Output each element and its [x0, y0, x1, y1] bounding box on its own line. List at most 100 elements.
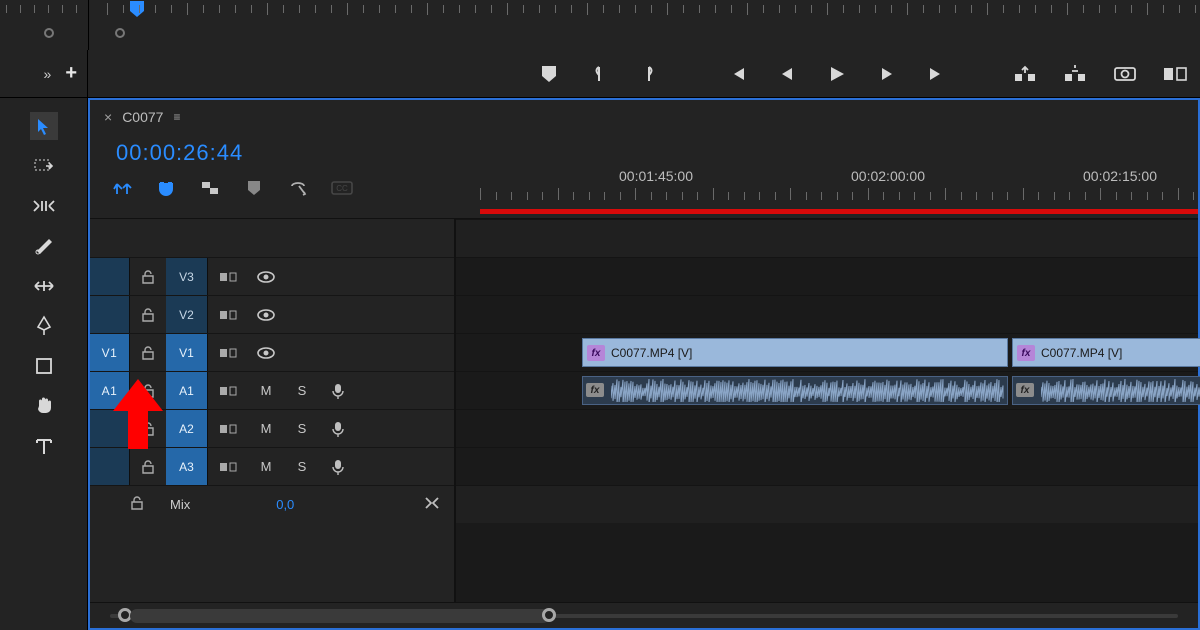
pen-tool-icon[interactable]	[30, 312, 58, 340]
track-target-a3[interactable]: A3	[166, 448, 208, 485]
track-select-tool-icon[interactable]	[30, 152, 58, 180]
step-back-icon[interactable]	[776, 63, 798, 85]
mark-out-icon[interactable]	[638, 63, 660, 85]
comparison-view-icon[interactable]	[1164, 63, 1186, 85]
content-row-v2[interactable]	[456, 295, 1198, 333]
source-patch-v1[interactable]: V1	[90, 334, 130, 371]
slip-tool-icon[interactable]	[30, 272, 58, 300]
solo-button[interactable]: S	[284, 410, 320, 447]
add-icon[interactable]: +	[65, 62, 77, 85]
close-tab-icon[interactable]: ×	[104, 109, 112, 125]
insert-overwrite-nest-icon[interactable]	[112, 178, 132, 198]
captions-icon[interactable]: CC	[332, 178, 352, 198]
sync-lock-icon[interactable]	[208, 334, 248, 371]
scale-knob-right[interactable]	[115, 28, 125, 38]
sync-lock-icon[interactable]	[208, 258, 248, 295]
content-row-v3[interactable]	[456, 257, 1198, 295]
sequence-name[interactable]: C0077	[122, 109, 163, 125]
mute-button[interactable]: M	[248, 410, 284, 447]
voiceover-icon[interactable]	[320, 372, 356, 409]
timeline-horizontal-scrollbar[interactable]	[90, 602, 1198, 628]
go-to-out-icon[interactable]	[926, 63, 948, 85]
sync-lock-icon[interactable]	[208, 296, 248, 333]
fx-badge-icon[interactable]: fx	[586, 383, 604, 397]
lock-icon[interactable]	[130, 410, 166, 447]
fx-badge-icon[interactable]: fx	[1016, 383, 1034, 397]
chevron-expand-icon[interactable]: »	[44, 66, 52, 82]
video-clip[interactable]: fxC0077.MP4 [V]	[582, 338, 1008, 367]
solo-button[interactable]: S	[284, 372, 320, 409]
fx-badge-icon[interactable]: fx	[1017, 345, 1035, 361]
track-header-v3[interactable]: V3	[90, 257, 454, 295]
lock-icon[interactable]	[130, 334, 166, 371]
video-clip[interactable]: fxC0077.MP4 [V]	[1012, 338, 1200, 367]
audio-clip[interactable]: fx	[582, 376, 1008, 405]
snap-icon[interactable]	[156, 178, 176, 198]
add-marker-icon[interactable]	[538, 63, 560, 85]
track-target-v3[interactable]: V3	[166, 258, 208, 295]
playhead-timecode[interactable]: 00:00:26:44	[116, 140, 243, 166]
selection-tool-icon[interactable]	[30, 112, 58, 140]
zoom-knob-right[interactable]	[542, 608, 556, 622]
mix-track-header[interactable]: Mix 0,0	[90, 485, 454, 523]
content-row-a1[interactable]: fx fx	[456, 371, 1198, 409]
toggle-output-icon[interactable]	[248, 334, 284, 371]
linked-selection-icon[interactable]	[200, 178, 220, 198]
mix-value[interactable]: 0,0	[276, 497, 294, 512]
lock-icon[interactable]	[130, 496, 166, 513]
play-icon[interactable]	[826, 63, 848, 85]
track-header-v2[interactable]: V2	[90, 295, 454, 333]
lift-icon[interactable]	[1014, 63, 1036, 85]
track-header-a3[interactable]: A3 M S	[90, 447, 454, 485]
content-row-a2[interactable]	[456, 409, 1198, 447]
lock-icon[interactable]	[130, 258, 166, 295]
add-marker-timeline-icon[interactable]	[244, 178, 264, 198]
playhead-marker-icon[interactable]	[129, 0, 145, 18]
track-target-v1[interactable]: V1	[166, 334, 208, 371]
track-header-v1[interactable]: V1 V1	[90, 333, 454, 371]
output-assign-icon[interactable]	[424, 496, 440, 513]
track-header-a2[interactable]: A2 M S	[90, 409, 454, 447]
source-scale-ruler[interactable]: /*ticks*/	[0, 0, 88, 50]
timeline-settings-icon[interactable]	[288, 178, 308, 198]
razor-tool-icon[interactable]	[30, 232, 58, 260]
content-row-a3[interactable]	[456, 447, 1198, 485]
lock-icon[interactable]	[130, 372, 166, 409]
solo-button[interactable]: S	[284, 448, 320, 485]
track-target-a1[interactable]: A1	[166, 372, 208, 409]
mark-in-icon[interactable]	[588, 63, 610, 85]
lock-icon[interactable]	[130, 296, 166, 333]
extract-icon[interactable]	[1064, 63, 1086, 85]
fx-badge-icon[interactable]: fx	[587, 345, 605, 361]
sync-lock-icon[interactable]	[208, 448, 248, 485]
type-tool-icon[interactable]	[30, 432, 58, 460]
ruler-time-2: 00:02:15:00	[1083, 168, 1157, 184]
source-patch-a1[interactable]: A1	[90, 372, 130, 409]
track-target-a2[interactable]: A2	[166, 410, 208, 447]
timeline-ruler[interactable]: 00:01:45:00 00:02:00:00 00:02:15:00	[456, 168, 1198, 212]
voiceover-icon[interactable]	[320, 410, 356, 447]
export-frame-icon[interactable]	[1114, 63, 1136, 85]
go-to-in-icon[interactable]	[726, 63, 748, 85]
toggle-output-icon[interactable]	[248, 296, 284, 333]
panel-menu-icon[interactable]: ≡	[173, 110, 179, 124]
mute-button[interactable]: M	[248, 372, 284, 409]
sync-lock-icon[interactable]	[208, 410, 248, 447]
rectangle-tool-icon[interactable]	[30, 352, 58, 380]
mute-button[interactable]: M	[248, 448, 284, 485]
track-header-a1[interactable]: A1 A1 M S	[90, 371, 454, 409]
lock-icon[interactable]	[130, 448, 166, 485]
scroll-thumb[interactable]	[130, 609, 550, 623]
scale-knob-left[interactable]	[44, 28, 54, 38]
content-row-v1[interactable]: fxC0077.MP4 [V]fxC0077.MP4 [V]	[456, 333, 1198, 371]
sync-lock-icon[interactable]	[208, 372, 248, 409]
voiceover-icon[interactable]	[320, 448, 356, 485]
hand-tool-icon[interactable]	[30, 392, 58, 420]
audio-clip[interactable]: fx	[1012, 376, 1200, 405]
track-target-v2[interactable]: V2	[166, 296, 208, 333]
program-scale-ruler[interactable]	[88, 0, 1200, 50]
timeline-content[interactable]: fxC0077.MP4 [V]fxC0077.MP4 [V] fx fx	[456, 219, 1198, 602]
ripple-edit-tool-icon[interactable]	[30, 192, 58, 220]
step-forward-icon[interactable]	[876, 63, 898, 85]
toggle-output-icon[interactable]	[248, 258, 284, 295]
